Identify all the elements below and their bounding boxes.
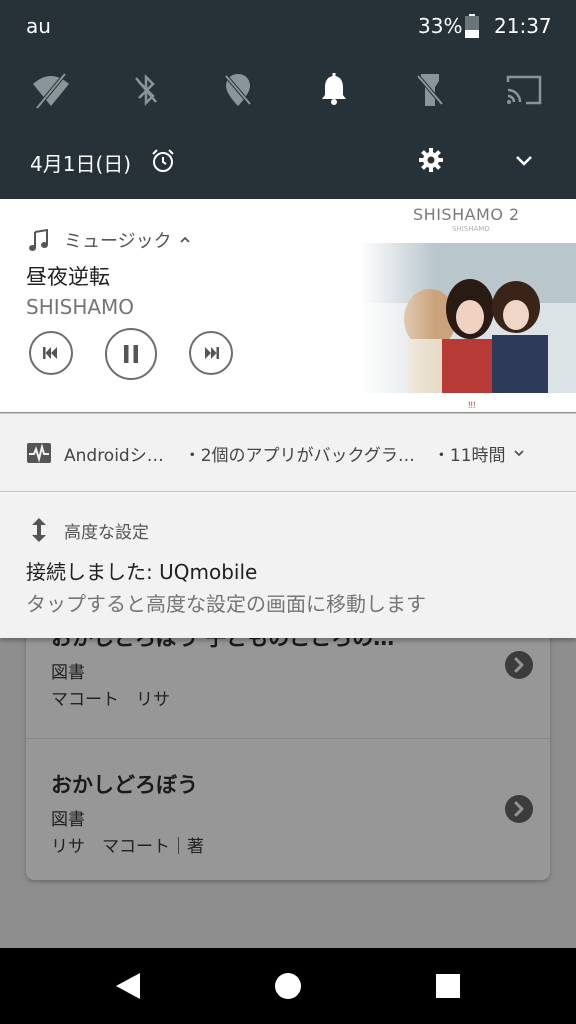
back-triangle-icon: [116, 973, 140, 999]
quick-settings-row: [0, 68, 576, 112]
activity-pulse-icon: [27, 443, 51, 463]
date-label: 4月1日(日): [30, 152, 132, 176]
android-notification-time: ・11時間: [432, 445, 506, 466]
status-bar: au 33% 21:37: [0, 0, 576, 52]
advanced-settings-text: タップすると高度な設定の画面に移動します: [26, 592, 426, 616]
advanced-settings-header: 高度な設定: [28, 516, 149, 544]
date-row: 4月1日(日): [0, 140, 576, 180]
album-title: SHISHAMO 2: [413, 205, 520, 224]
book-authors: マコート リサ: [51, 690, 170, 710]
chevron-right-icon[interactable]: [505, 795, 533, 823]
previous-track-button[interactable]: [29, 331, 73, 375]
android-app-name: Androidシ…: [64, 445, 164, 466]
android-system-notification[interactable]: Androidシ… ・2個のアプリがバックグラ… ・11時間: [0, 413, 576, 491]
advanced-settings-app-name: 高度な設定: [64, 522, 149, 543]
battery-icon: [465, 14, 479, 38]
back-button[interactable]: [110, 968, 146, 1004]
navigation-bar: [0, 948, 576, 1024]
chevron-down-icon[interactable]: [512, 446, 526, 460]
bluetooth-off-icon[interactable]: [124, 68, 168, 112]
list-item[interactable]: おかしどろぼう 図書 リサ マコート｜著: [26, 738, 550, 880]
music-app-name: ミュージック: [64, 231, 172, 252]
notification-shade-header: au 33% 21:37 4月1日(日): [0, 0, 576, 199]
track-artist: SHISHAMO: [26, 295, 135, 319]
wifi-off-icon[interactable]: [29, 68, 73, 112]
skip-previous-icon: [43, 347, 57, 359]
chevron-down-icon[interactable]: [512, 149, 536, 173]
alarm-icon[interactable]: [150, 148, 176, 174]
next-track-button[interactable]: [189, 331, 233, 375]
battery-percent: 33%: [418, 14, 463, 38]
recents-button[interactable]: [430, 968, 466, 1004]
cast-icon[interactable]: [502, 68, 546, 112]
book-list-card: おかしどろぼう 子どものこころの… 図書 マコート リサ おかしどろぼう 図書 …: [26, 600, 550, 880]
background-app: おかしどろぼう 子どものこころの… 図書 マコート リサ おかしどろぼう 図書 …: [0, 600, 576, 948]
track-title: 昼夜逆転: [26, 265, 110, 289]
pause-icon: [124, 345, 138, 363]
music-notification[interactable]: !!! SHISHAMO 2 SHISHAMO ミュージック 昼夜逆転 SHIS…: [0, 199, 576, 412]
music-app-header[interactable]: ミュージック: [28, 227, 192, 253]
music-note-icon: [29, 228, 48, 251]
album-subtitle: SHISHAMO: [452, 225, 490, 233]
book-title: おかしどろぼう: [51, 773, 198, 797]
location-off-icon[interactable]: [216, 68, 260, 112]
home-circle-icon: [275, 973, 301, 999]
skip-next-icon: [205, 347, 219, 359]
status-clock: 21:37: [494, 14, 552, 38]
android-notification-row: Androidシ… ・2個のアプリがバックグラ… ・11時間: [26, 440, 526, 466]
advanced-settings-notification[interactable]: 高度な設定 接続しました: UQmobile タップすると高度な設定の画面に移動…: [0, 491, 576, 638]
book-category: 図書: [51, 810, 85, 830]
up-down-arrow-icon: [32, 518, 46, 542]
pause-button[interactable]: [105, 328, 157, 380]
book-category: 図書: [51, 663, 85, 683]
bell-icon[interactable]: [312, 68, 356, 112]
advanced-settings-title: 接続しました: UQmobile: [26, 560, 258, 584]
chevron-up-icon[interactable]: [178, 233, 192, 247]
carrier-name: au: [26, 14, 51, 38]
recents-square-icon: [436, 974, 460, 998]
book-authors: リサ マコート｜著: [51, 837, 204, 857]
album-mark: !!!: [468, 400, 476, 410]
android-notification-text: ・2個のアプリがバックグラ…: [183, 445, 415, 466]
chevron-right-icon[interactable]: [505, 651, 533, 679]
flashlight-off-icon[interactable]: [408, 68, 452, 112]
home-button[interactable]: [270, 968, 306, 1004]
gear-icon[interactable]: [418, 147, 444, 173]
